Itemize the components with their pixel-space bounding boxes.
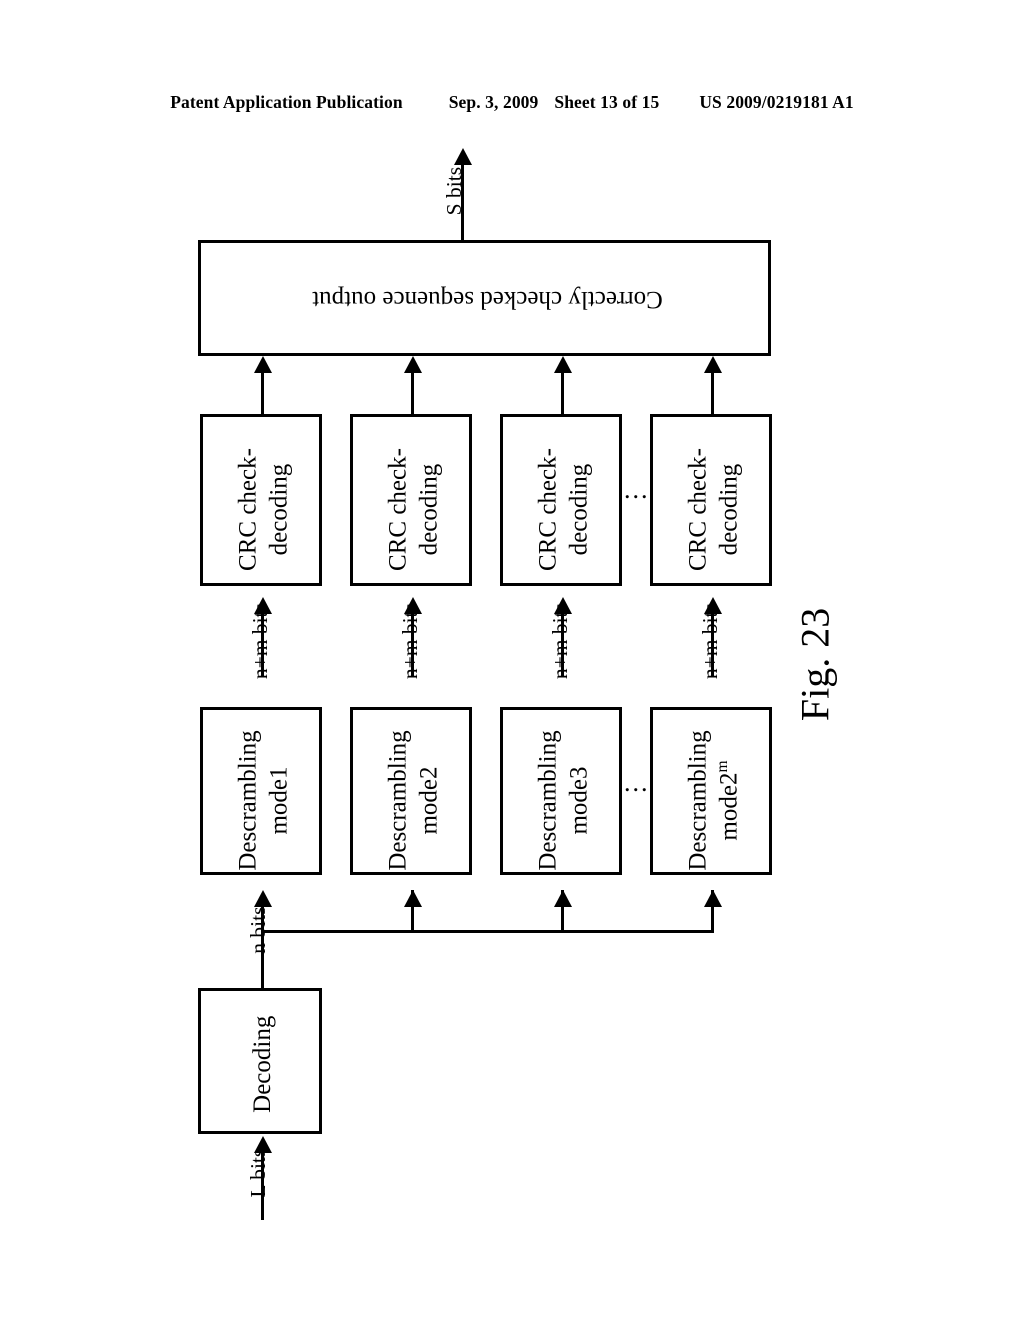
descrambling-box-2-line2: mode2: [415, 766, 442, 835]
header-date: Sep. 3, 2009: [448, 91, 539, 112]
crc3-to-output-shaft: [561, 368, 564, 414]
crc4-to-output-arrowhead: [703, 356, 722, 373]
header-sheet: Sheet 13 of 15: [554, 91, 660, 112]
crc-box-1-line1: CRC check-: [234, 448, 262, 571]
crc-box-4-label: CRC check- decoding: [684, 425, 745, 595]
n-bits-label: n bits: [245, 906, 270, 954]
descrambling-box-1-line1: Descrambling: [234, 730, 262, 871]
crc-box-3-line1: CRC check-: [534, 448, 562, 571]
crc-box-1-label: CRC check- decoding: [234, 425, 295, 595]
descrambling-box-2: Descrambling mode2: [350, 707, 472, 875]
decoding-box-label: Decoding: [248, 1015, 276, 1113]
crc-box-4-line1: CRC check-: [684, 448, 712, 571]
crc2-to-output-shaft: [411, 368, 414, 414]
descrambling-box-4-base: mode2: [715, 772, 742, 841]
crc1-to-output-shaft: [261, 368, 264, 414]
header-publication: Patent Application Publication: [170, 91, 403, 112]
crc-box-2-label: CRC check- decoding: [384, 425, 445, 595]
descrambling-box-3-line2: mode3: [565, 766, 592, 835]
decoding-to-bus-shaft: [261, 930, 264, 988]
crc2-to-output-arrowhead: [403, 356, 422, 373]
descrambling-box-4-line2: mode2m: [713, 760, 742, 841]
crc-check-decoding-box-3: CRC check- decoding: [500, 414, 622, 586]
descrambling-box-2-line1: Descrambling: [384, 730, 412, 871]
descrambling-box-1-label: Descrambling mode1: [234, 716, 295, 886]
output-box-label: Correctly checked sequence output: [312, 286, 663, 313]
crc-box-2-line1: CRC check-: [384, 448, 412, 571]
descrambling-box-4-label: Descrambling mode2m: [684, 716, 745, 886]
descrambling-box-2-label: Descrambling mode2: [384, 716, 445, 886]
descrambling-box-3-label: Descrambling mode3: [534, 716, 595, 886]
branch-3-bits-label: n+m bits: [547, 603, 572, 680]
descrambling-box-4: Descrambling mode2m: [650, 707, 772, 875]
descrambling-box-1-line2: mode1: [265, 766, 292, 835]
header-patent-number: US 2009/0219181 A1: [699, 91, 854, 112]
patent-figure-page: Patent Application Publication Sep. 3, 2…: [0, 0, 1024, 1320]
bus-arrowhead-branch-3: [553, 890, 572, 907]
branch-1-bits-label: n+m bits: [247, 603, 272, 680]
crc3-to-output-arrowhead: [553, 356, 572, 373]
figure-caption: Fig. 23: [792, 607, 838, 722]
bus-arrowhead-branch-4: [703, 890, 722, 907]
descrambling-box-3-line1: Descrambling: [534, 730, 562, 871]
crc-box-4-line2: decoding: [715, 463, 742, 556]
crc-box-2-line2: decoding: [415, 463, 442, 556]
crc-check-decoding-box-1: CRC check- decoding: [200, 414, 322, 586]
branch-2-bits-label: n+m bits: [397, 603, 422, 680]
crc-check-decoding-box-2: CRC check- decoding: [350, 414, 472, 586]
bus-arrowhead-branch-2: [403, 890, 422, 907]
correctly-checked-sequence-output-box: Correctly checked sequence output: [198, 240, 771, 356]
crc-box-3-label: CRC check- decoding: [534, 425, 595, 595]
descrambling-box-3: Descrambling mode3: [500, 707, 622, 875]
crc4-to-output-shaft: [711, 368, 714, 414]
crc-box-1-line2: decoding: [265, 463, 292, 556]
branch-4-bits-label: n+m bits: [697, 603, 722, 680]
n-bits-distribution-bus: [261, 930, 714, 933]
descrambling-box-4-line1: Descrambling: [684, 730, 712, 871]
decoding-box: Decoding: [198, 988, 322, 1134]
output-signal-label: S bits: [441, 166, 466, 216]
crc-row-ellipsis: ...: [624, 475, 650, 504]
input-signal-label: L bits: [245, 1148, 270, 1198]
descrambling-box-1: Descrambling mode1: [200, 707, 322, 875]
crc-box-3-line2: decoding: [565, 463, 592, 556]
descrambling-row-ellipsis: ...: [624, 768, 650, 797]
crc-check-decoding-box-4: CRC check- decoding: [650, 414, 772, 586]
descrambling-box-4-superscript: m: [713, 760, 731, 773]
page-header: Patent Application Publication Sep. 3, 2…: [0, 88, 1024, 116]
crc1-to-output-arrowhead: [253, 356, 272, 373]
